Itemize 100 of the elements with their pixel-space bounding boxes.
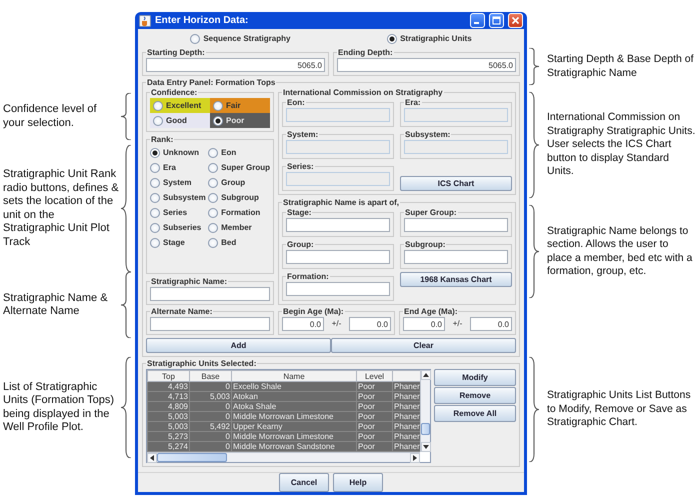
text-field[interactable] (286, 250, 390, 264)
table-cell: 4,493 (148, 382, 190, 392)
radio-button[interactable] (208, 178, 218, 188)
confidence-option[interactable]: Poor (210, 113, 270, 128)
vertical-scrollbar[interactable] (420, 370, 430, 452)
text-field[interactable]: 0.0 (403, 317, 445, 331)
brace-icon (527, 48, 541, 85)
right-arrow-icon (413, 455, 417, 461)
radio-button[interactable] (208, 222, 218, 232)
radio-button[interactable] (150, 178, 160, 188)
radio-label: Sequence Stratigraphy (203, 32, 290, 44)
radio-label: Member (221, 222, 252, 234)
group-label: Data Entry Panel: Formation Tops (146, 78, 276, 87)
confidence-option[interactable]: Good (150, 113, 210, 128)
radio-button[interactable] (150, 208, 160, 218)
text-field[interactable]: 0.0 (282, 317, 324, 331)
group-label: Stratigraphic Units Selected: (146, 359, 258, 368)
column-header[interactable]: Top (148, 370, 190, 382)
chart-button[interactable]: ICS Chart (400, 176, 512, 191)
radio-button[interactable] (208, 238, 218, 248)
maximize-button[interactable] (489, 13, 504, 28)
radio-button[interactable] (208, 208, 218, 218)
radio-button[interactable] (153, 116, 163, 126)
text-field[interactable] (286, 218, 390, 232)
text-field[interactable]: 5065.0 (146, 58, 325, 72)
scroll-button[interactable] (147, 453, 157, 463)
radio-label: Excellent (166, 100, 202, 112)
radio-label: Bed (221, 236, 236, 248)
group-label: Subgroup: (404, 240, 446, 249)
table-cell: 5,003 (148, 412, 190, 422)
brace-icon (119, 93, 133, 140)
radio-label: Subsystem (163, 192, 206, 204)
group-label: Era: (404, 98, 422, 107)
scroll-button[interactable] (410, 453, 420, 463)
list-button[interactable]: Remove All (434, 405, 516, 422)
close-button[interactable] (508, 13, 523, 28)
radio-label: Good (166, 114, 187, 126)
dialog-button[interactable]: Help (333, 473, 383, 492)
radio-button[interactable] (150, 148, 160, 158)
group-label: Starting Depth: (146, 48, 206, 57)
list-button[interactable]: Modify (434, 369, 516, 386)
column-header[interactable]: Name (232, 370, 356, 382)
radio-label: System (163, 176, 192, 188)
radio-button[interactable] (208, 148, 218, 158)
radio-button[interactable] (208, 192, 218, 202)
radio-label: Eon (221, 146, 236, 158)
minimize-button[interactable] (470, 13, 485, 28)
radio-label: Subseries (163, 222, 202, 234)
annotation-text: List of Stratigraphic Units (Formation Tops) being displayed in the Well Profile Plot. (2, 380, 116, 434)
list-button[interactable]: Remove (434, 387, 516, 404)
down-arrow-icon (423, 445, 429, 449)
radio-label: Era (163, 162, 176, 174)
scroll-thumb[interactable] (421, 422, 430, 435)
text-field[interactable] (404, 250, 508, 264)
radio-button[interactable] (213, 100, 223, 110)
text-field[interactable] (150, 317, 270, 331)
radio-button[interactable] (150, 222, 160, 232)
radio-label: Series (163, 206, 188, 218)
annotation-text: Stratigraphic Name belongs to section. Allows the user to place a member, bed etc with a formation, group, etc. (546, 224, 694, 278)
horizontal-scrollbar[interactable] (147, 452, 420, 462)
scroll-thumb[interactable] (157, 453, 227, 462)
action-button[interactable]: Add (146, 338, 331, 353)
brace-icon (527, 92, 541, 198)
annotation-text: Confidence level of your selection. (2, 103, 98, 130)
radio-button[interactable] (213, 116, 223, 126)
group-label: Super Group: (404, 208, 458, 217)
confidence-option[interactable]: Excellent (150, 98, 210, 113)
radio-button[interactable] (190, 34, 200, 44)
text-field[interactable]: 5065.0 (337, 58, 516, 72)
radio-button[interactable] (387, 34, 398, 44)
scroll-button[interactable] (421, 442, 431, 452)
action-button[interactable]: Clear (331, 338, 516, 353)
dialog-button[interactable]: Cancel (279, 473, 329, 492)
column-header[interactable]: Level (356, 370, 392, 382)
chart-button[interactable]: 1968 Kansas Chart (400, 272, 512, 287)
radio-button[interactable] (150, 162, 160, 172)
group-label: End Age (Ma): (403, 307, 458, 316)
table-cell: 4,809 (148, 402, 190, 412)
text-field[interactable] (150, 287, 270, 301)
annotation-text: Stratigraphic Name & Alternate Name (2, 292, 109, 318)
plus-minus-label: +/- (332, 318, 342, 330)
radio-button[interactable] (150, 192, 160, 202)
text-field[interactable] (286, 282, 390, 296)
text-field[interactable]: 0.0 (470, 317, 512, 331)
text-field[interactable] (404, 218, 508, 232)
left-arrow-icon (150, 455, 154, 461)
group-label: Alternate Name: (150, 307, 214, 316)
group-label: Formation: (286, 272, 330, 281)
brace-icon (527, 205, 541, 298)
radio-label: Subgroup (221, 192, 259, 204)
scroll-button[interactable] (421, 370, 431, 380)
radio-button[interactable] (208, 162, 218, 172)
column-header[interactable]: Base (190, 370, 232, 382)
close-icon (511, 16, 520, 25)
radio-label: Fair (226, 100, 241, 112)
text-field[interactable]: 0.0 (349, 317, 391, 331)
radio-button[interactable] (150, 238, 160, 248)
maximize-icon (492, 16, 501, 25)
confidence-option[interactable]: Fair (210, 98, 270, 113)
radio-button[interactable] (153, 100, 163, 110)
